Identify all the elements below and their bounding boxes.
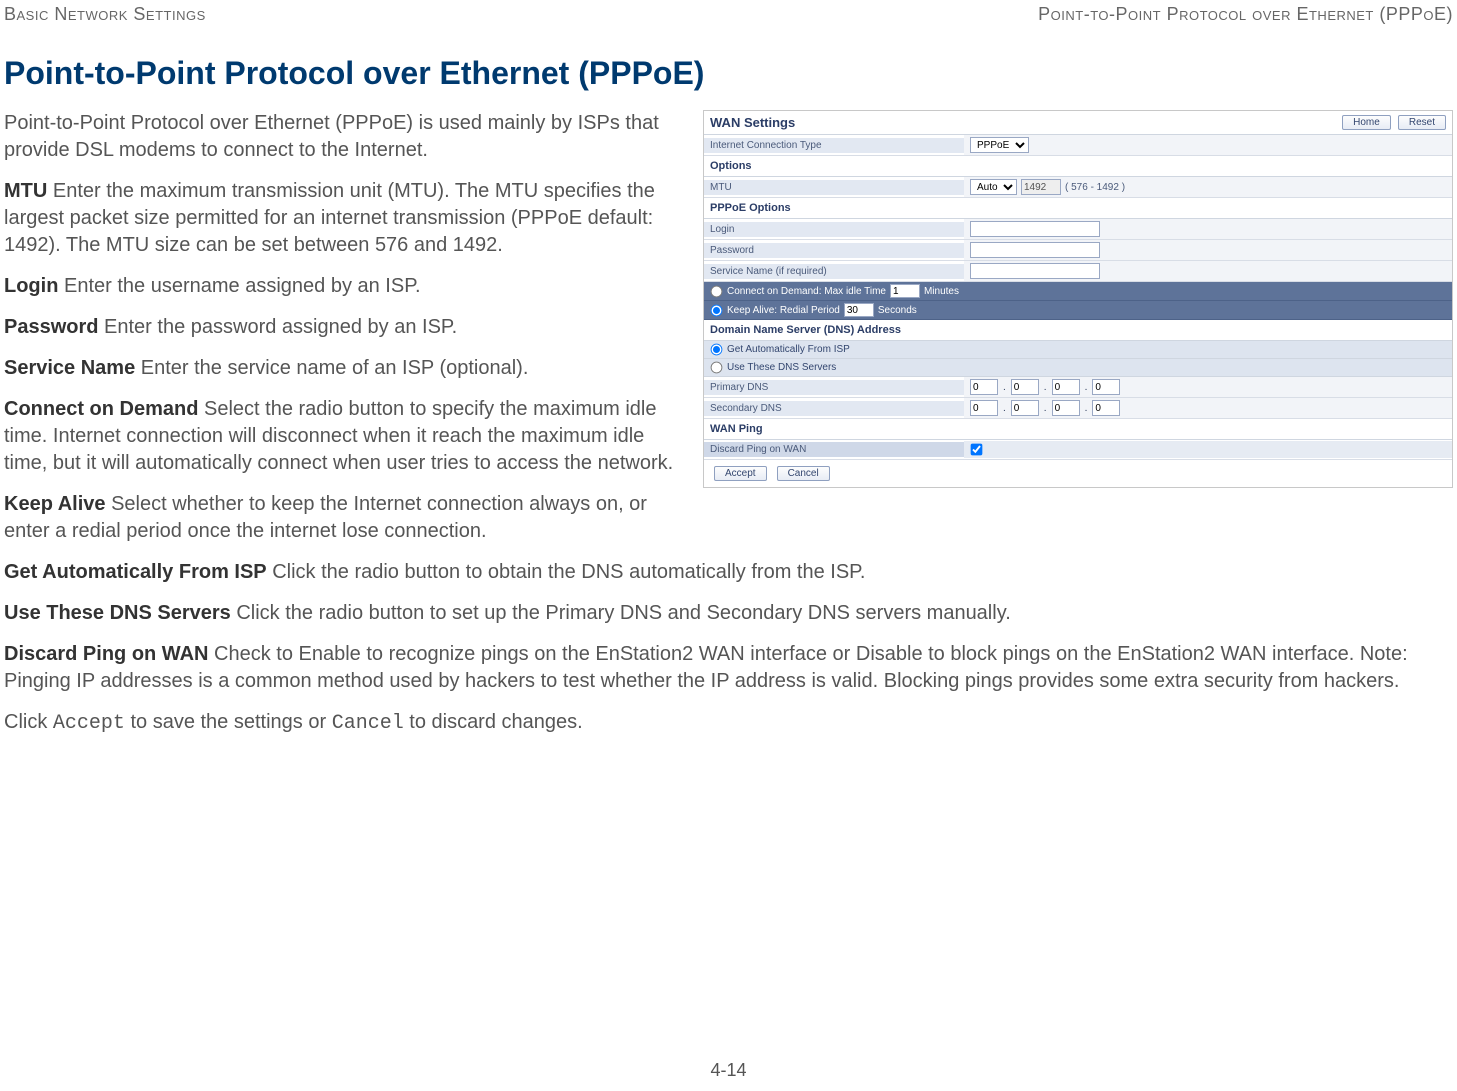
accept-button[interactable]: Accept: [714, 466, 767, 481]
login-label: Login: [704, 222, 964, 237]
cancel-button[interactable]: Cancel: [777, 466, 830, 481]
ka-unit: Seconds: [878, 305, 917, 316]
discard-ping-paragraph: Discard Ping on WAN Check to Enable to r…: [4, 641, 1453, 695]
get-auto-paragraph: Get Automatically From ISP Click the rad…: [4, 559, 1453, 586]
pppoe-heading: PPPoE Options: [704, 198, 1452, 219]
password-input[interactable]: [970, 242, 1100, 258]
discard-ping-checkbox[interactable]: [971, 444, 983, 456]
page-title: Point-to-Point Protocol over Ethernet (P…: [4, 25, 1453, 110]
secondary-dns-label: Secondary DNS: [704, 401, 964, 416]
wan-title: WAN Settings: [710, 115, 795, 130]
keep-alive-radio[interactable]: [711, 304, 723, 316]
sdns-o1[interactable]: [970, 400, 998, 416]
mtu-range: ( 576 - 1492 ): [1065, 182, 1125, 193]
pdns-o3[interactable]: [1052, 379, 1080, 395]
cod-unit: Minutes: [924, 286, 959, 297]
service-name-input[interactable]: [970, 263, 1100, 279]
sdns-o4[interactable]: [1092, 400, 1120, 416]
mtu-mode-select[interactable]: Auto: [970, 179, 1017, 195]
dns-auto-radio[interactable]: [711, 344, 723, 356]
pdns-o4[interactable]: [1092, 379, 1120, 395]
options-heading: Options: [704, 156, 1452, 177]
reset-button[interactable]: Reset: [1398, 115, 1446, 130]
sdns-o2[interactable]: [1011, 400, 1039, 416]
service-name-label: Service Name (if required): [704, 264, 964, 279]
header-right: Point-to-Point Protocol over Ethernet (P…: [1038, 4, 1453, 25]
wan-settings-screenshot: WAN Settings Home Reset Internet Connect…: [703, 110, 1453, 488]
ict-label: Internet Connection Type: [704, 138, 964, 153]
ka-label: Keep Alive: Redial Period: [727, 305, 840, 316]
keep-alive-paragraph: Keep Alive Select whether to keep the In…: [4, 491, 1453, 545]
wan-ping-heading: WAN Ping: [704, 419, 1452, 440]
ict-select[interactable]: PPPoE: [970, 137, 1029, 153]
mtu-label: MTU: [704, 180, 964, 195]
dns-auto-label: Get Automatically From ISP: [727, 344, 850, 355]
closing-paragraph: Click Accept to save the settings or Can…: [4, 709, 1453, 737]
discard-ping-label: Discard Ping on WAN: [704, 442, 964, 457]
login-input[interactable]: [970, 221, 1100, 237]
dns-manual-radio[interactable]: [711, 362, 723, 374]
dns-manual-label: Use These DNS Servers: [727, 362, 836, 373]
sdns-o3[interactable]: [1052, 400, 1080, 416]
ka-value-input[interactable]: [844, 303, 874, 317]
home-button[interactable]: Home: [1342, 115, 1391, 130]
cod-value-input[interactable]: [890, 284, 920, 298]
password-label: Password: [704, 243, 964, 258]
page-number: 4-14: [0, 1060, 1457, 1081]
pdns-o1[interactable]: [970, 379, 998, 395]
use-dns-paragraph: Use These DNS Servers Click the radio bu…: [4, 600, 1453, 627]
dns-heading: Domain Name Server (DNS) Address: [704, 320, 1452, 341]
primary-dns-label: Primary DNS: [704, 380, 964, 395]
connect-on-demand-radio[interactable]: [711, 285, 723, 297]
cod-label: Connect on Demand: Max idle Time: [727, 286, 886, 297]
mtu-value-input[interactable]: [1021, 179, 1061, 195]
header-left: Basic Network Settings: [4, 4, 206, 25]
pdns-o2[interactable]: [1011, 379, 1039, 395]
